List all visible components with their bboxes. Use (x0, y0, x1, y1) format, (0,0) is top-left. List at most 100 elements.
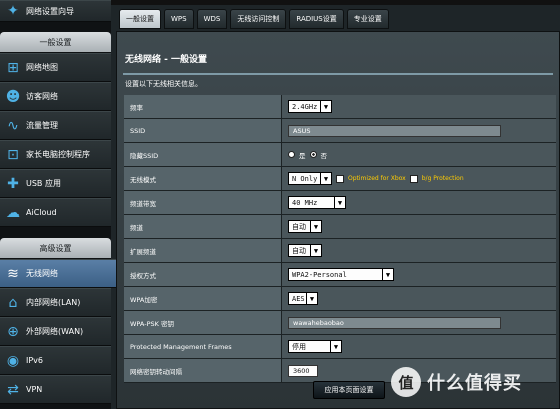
cloud-icon: ☁ (6, 204, 20, 221)
tab-radius[interactable]: RADIUS设置 (289, 9, 344, 29)
sidebar-item-label: 外部网络(WAN) (26, 327, 84, 336)
wireless-mode-label: 无线模式 (124, 167, 282, 190)
sidebar-item-label: IPv6 (26, 356, 44, 365)
wireless-mode-select[interactable]: N Only ▼ (288, 172, 332, 185)
apply-button[interactable]: 应用本页面设置 (313, 381, 385, 399)
tab-mac-filter[interactable]: 无线访问控制 (230, 9, 287, 29)
sidebar-item-wireless[interactable]: ≋ 无线网络 (0, 259, 136, 288)
general-section-header: 一般设置 (0, 32, 111, 52)
network-map-icon: ⊞ (7, 59, 19, 76)
table-row: 频道带宽 40 MHz ▼ (124, 191, 556, 215)
wpa-encryption-select[interactable]: AES ▼ (288, 292, 318, 305)
top-status-strip (111, 0, 560, 5)
bandwidth-value: 40 MHz (292, 198, 318, 207)
band-select[interactable]: 2.4GHz ▼ (288, 100, 332, 113)
traffic-manager-icon: ∿ (7, 117, 19, 134)
sidebar-item-label: USB 应用 (26, 179, 61, 188)
table-row: 授权方式 WPA2-Personal ▼ (124, 263, 556, 287)
auth-method-select[interactable]: WPA2-Personal ▼ (288, 268, 394, 281)
sidebar-item-usb-app[interactable]: ✚ USB 应用 (0, 169, 111, 198)
sidebar-item-parental-control[interactable]: ⊡ 家长电脑控制程序 (0, 140, 111, 169)
wireless-icon: ≋ (7, 265, 19, 282)
sidebar-item-label: 访客网络 (26, 92, 58, 101)
wireless-mode-value: N Only (292, 174, 318, 183)
sidebar-item-aicloud[interactable]: ☁ AiCloud (0, 198, 111, 227)
tab-wds[interactable]: WDS (196, 9, 228, 29)
ext-channel-value: 自动 (292, 246, 306, 255)
sidebar-item-guest-network[interactable]: ☻ 访客网络 (0, 82, 111, 111)
bg-protection-checkbox[interactable] (409, 174, 418, 183)
hide-ssid-yes-label: 是 (299, 151, 306, 160)
channel-value: 自动 (292, 222, 306, 231)
sidebar-item-lan[interactable]: ⌂ 内部网络(LAN) (0, 288, 111, 317)
vpn-icon: ⇄ (7, 381, 19, 398)
ssid-input[interactable]: ASUS (288, 124, 501, 137)
wpa-psk-label: WPA-PSK 密钥 (124, 311, 282, 334)
chevron-down-icon: ▼ (330, 341, 341, 352)
bandwidth-select[interactable]: 40 MHz ▼ (288, 196, 346, 209)
wpa-psk-input[interactable]: wawahebaobao (288, 316, 501, 329)
wpa-encryption-label: WPA加密 (124, 287, 282, 310)
sidebar-item-label: 网络地图 (26, 63, 58, 72)
hide-ssid-label: 隐藏SSID (124, 143, 282, 166)
setup-wizard-label: 网络设置向导 (26, 6, 74, 16)
tab-professional[interactable]: 专业设置 (346, 9, 389, 29)
hide-ssid-no-radio[interactable] (309, 151, 317, 158)
table-row: WPA-PSK 密钥 wawahebaobao (124, 311, 556, 335)
sidebar-item-label: 家长电脑控制程序 (26, 150, 90, 159)
table-row: WPA加密 AES ▼ (124, 287, 556, 311)
sidebar-item-vpn[interactable]: ⇄ VPN (0, 375, 111, 404)
channel-label: 频道 (124, 215, 282, 238)
hide-ssid-yes-radio[interactable] (288, 151, 295, 158)
auth-method-label: 授权方式 (124, 263, 282, 286)
auth-method-value: WPA2-Personal (292, 270, 347, 279)
pmf-select[interactable]: 停用 ▼ (288, 340, 342, 353)
band-value: 2.4GHz (292, 102, 318, 111)
sidebar-item-ipv6[interactable]: ◉ IPv6 (0, 346, 111, 375)
globe-icon: ⊕ (7, 323, 19, 340)
hide-ssid-no-label: 否 (320, 151, 328, 160)
ipv6-icon: ◉ (6, 352, 20, 369)
advanced-section-header: 高级设置 (0, 238, 111, 258)
table-row: 隐藏SSID 是 否 (124, 143, 556, 167)
settings-panel: 无线网络 - 一般设置 设置以下无线相关信息。 频率 2.4GHz ▼ SSID… (116, 31, 560, 409)
bg-protection-label: b/g Protection (421, 175, 464, 182)
usb-puzzle-icon: ✚ (7, 175, 19, 192)
wizard-icon: ✦ (7, 3, 19, 19)
pmf-value: 停用 (292, 342, 306, 351)
key-rotation-label: 网络密钥转动间隔 (124, 359, 282, 382)
sidebar-item-network-map[interactable]: ⊞ 网络地图 (0, 53, 111, 82)
watermark: 值 什么值得买 (391, 364, 553, 400)
tab-bar: 一般设置 WPS WDS 无线访问控制 RADIUS设置 专业设置 (119, 9, 389, 29)
tab-wps[interactable]: WPS (164, 9, 194, 29)
sidebar-item-wan[interactable]: ⊕ 外部网络(WAN) (0, 317, 111, 346)
router-admin-page: ✦ 网络设置向导 一般设置 ⊞ 网络地图 ☻ 访客网络 ∿ 流量管理 ⊡ 家长电… (0, 0, 560, 409)
chevron-down-icon: ▼ (320, 101, 331, 112)
guest-network-icon: ☻ (5, 88, 21, 105)
chevron-down-icon: ▼ (334, 197, 345, 208)
table-row: 扩展频道 自动 ▼ (124, 239, 556, 263)
xbox-optimize-label: Optimized for Xbox (348, 175, 406, 182)
sidebar: ✦ 网络设置向导 一般设置 ⊞ 网络地图 ☻ 访客网络 ∿ 流量管理 ⊡ 家长电… (0, 0, 136, 409)
chevron-down-icon: ▼ (310, 245, 321, 256)
page-title: 无线网络 - 一般设置 (125, 55, 208, 65)
xbox-optimize-checkbox[interactable] (336, 174, 344, 183)
tab-general[interactable]: 一般设置 (119, 9, 161, 29)
chevron-down-icon: ▼ (310, 221, 321, 232)
sidebar-item-traffic-manager[interactable]: ∿ 流量管理 (0, 111, 111, 140)
channel-select[interactable]: 自动 ▼ (288, 220, 322, 233)
table-row: 无线模式 N Only ▼ Optimized for Xbox b/g Pro… (124, 167, 556, 191)
ext-channel-label: 扩展频道 (124, 239, 282, 262)
pmf-label: Protected Management Frames (124, 335, 282, 358)
title-divider (123, 73, 553, 75)
watermark-text: 什么值得买 (427, 373, 522, 394)
ext-channel-select[interactable]: 自动 ▼ (288, 244, 322, 257)
home-icon: ⌂ (8, 294, 18, 311)
setup-wizard-button[interactable]: ✦ 网络设置向导 (0, 0, 111, 22)
table-row: Protected Management Frames 停用 ▼ (124, 335, 556, 359)
key-rotation-input[interactable]: 3600 (288, 364, 318, 377)
table-row: 频率 2.4GHz ▼ (124, 95, 556, 119)
page-description: 设置以下无线相关信息。 (125, 80, 202, 88)
parental-control-icon: ⊡ (7, 146, 19, 163)
sidebar-item-label: 流量管理 (26, 121, 58, 130)
